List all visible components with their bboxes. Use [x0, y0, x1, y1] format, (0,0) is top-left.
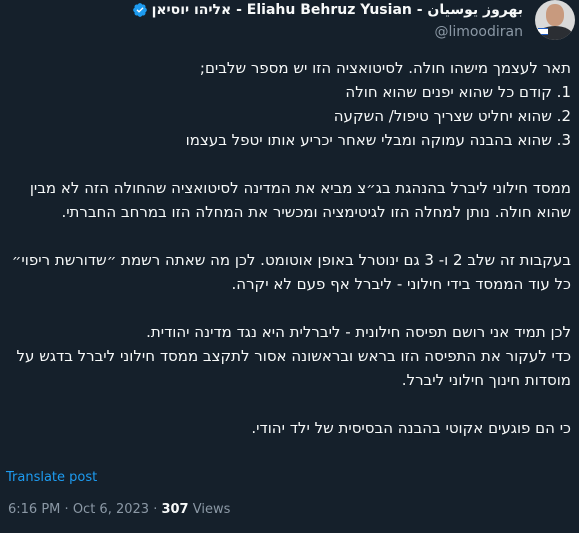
views-count: 307 [161, 502, 189, 517]
verified-badge-icon [132, 3, 147, 17]
meta-separator: · [64, 502, 69, 517]
tweet-paragraph: כי הם פוגעים אקוטי בהבנה הבסיסית של ילד … [251, 419, 571, 437]
author-handle[interactable]: @limoodiran [434, 24, 523, 40]
tweet-date[interactable]: Oct 6, 2023 [73, 502, 149, 517]
tweet-text: תאר לעצמך מישהו חולה. לסיטואציה הזו יש מ… [8, 56, 571, 464]
avatar[interactable] [535, 0, 575, 40]
tweet-card: אליהו יוסיאן - Eliahu Behruz Yusian - به… [0, 0, 579, 533]
tweet-header: אליהו יוסיאן - Eliahu Behruz Yusian - به… [0, 0, 579, 46]
views-label: Views [192, 502, 231, 517]
tweet-time[interactable]: 6:16 PM [8, 502, 60, 517]
tweet-paragraph: לכן תמיד אני רושם תפיסה חילונית - ליברלי… [16, 323, 571, 389]
tweet-paragraph: ממסד חילוני ליברל בהנהגת בג״צ מביא את המ… [29, 179, 571, 221]
tweet-paragraph: תאר לעצמך מישהו חולה. לסיטואציה הזו יש מ… [185, 59, 571, 149]
author-display-name[interactable]: אליהו יוסיאן - Eliahu Behruz Yusian - به… [152, 2, 523, 18]
flag-icon [538, 28, 548, 35]
tweet-paragraph: בעקבות זה שלב 2 ו- 3 גם ינוטרל באופן אוט… [11, 251, 571, 293]
author-name-row[interactable]: אליהו יוסיאן - Eliahu Behruz Yusian - به… [132, 2, 523, 18]
translate-post-link[interactable]: Translate post [6, 470, 97, 485]
tweet-metadata: 6:16 PM · Oct 6, 2023 · 307 Views [8, 502, 230, 517]
meta-separator: · [153, 502, 158, 517]
